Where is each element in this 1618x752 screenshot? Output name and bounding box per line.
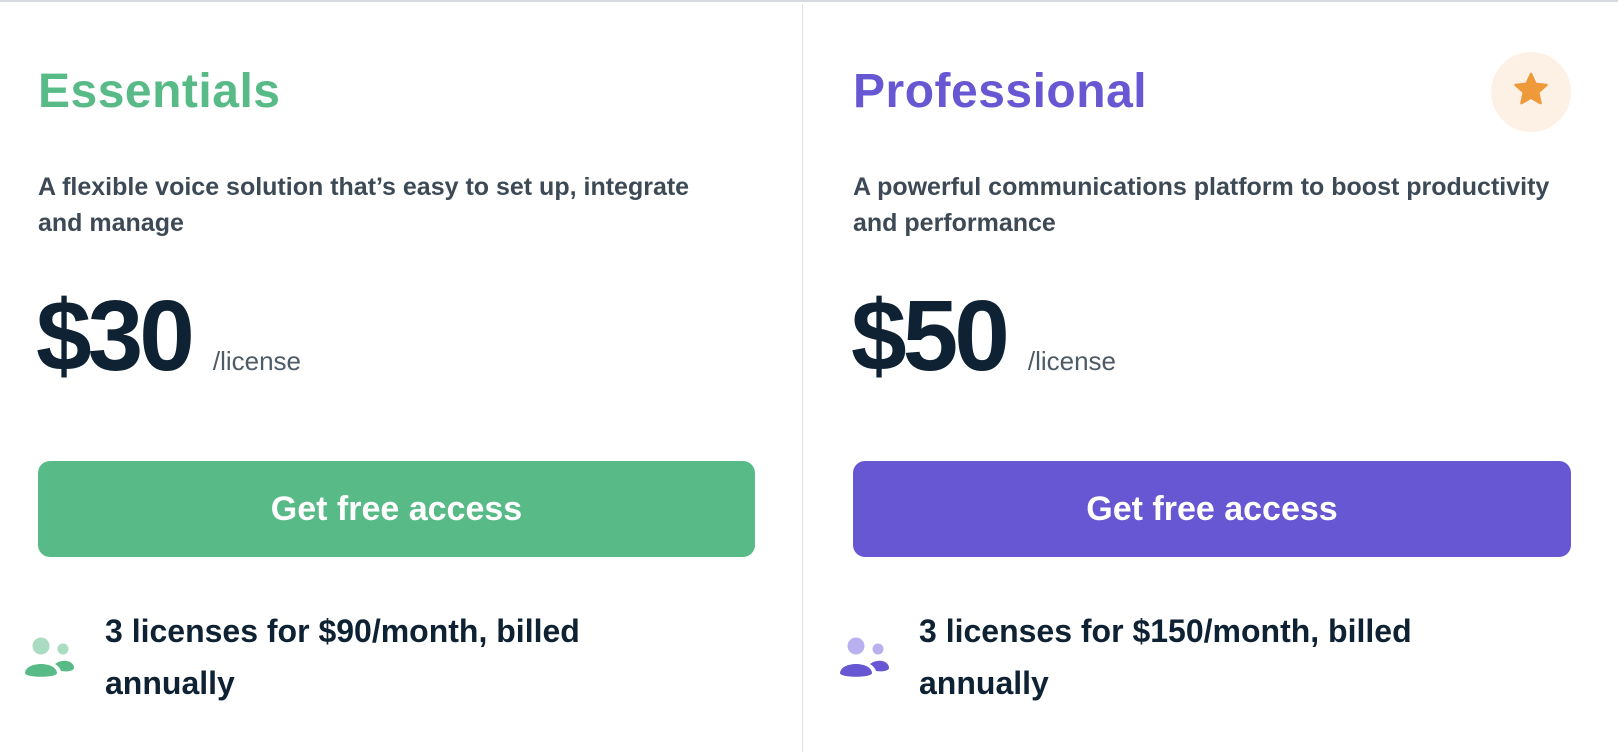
users-icon (25, 637, 75, 679)
feature-licenses-text: 3 licenses for $150/month, billed annual… (919, 613, 1412, 701)
price-row: $50 /license (851, 286, 1116, 386)
plan-price: $30 (36, 280, 195, 392)
plan-title: Professional (853, 65, 1148, 118)
users-icon (840, 637, 890, 679)
get-free-access-button[interactable]: Get free access (853, 461, 1571, 557)
plan-description: A flexible voice solution that’s easy to… (38, 173, 690, 237)
feature-licenses-text: 3 licenses for $90/month, billed annuall… (105, 613, 580, 701)
plan-description: A powerful communications platform to bo… (853, 173, 1550, 237)
price-row: $30 /license (36, 286, 301, 386)
get-free-access-button[interactable]: Get free access (38, 461, 755, 557)
star-icon (1512, 72, 1550, 113)
price-unit: /license (212, 346, 302, 376)
price-unit: /license (1027, 346, 1117, 376)
pricing-section: Essentials A flexible voice solution tha… (0, 0, 1618, 752)
plan-price: $50 (851, 280, 1010, 392)
popular-badge (1491, 52, 1571, 132)
plan-card-essentials: Essentials A flexible voice solution tha… (0, 4, 803, 752)
plan-card-professional: Professional A powerful communications p… (804, 4, 1618, 752)
plan-title: Essentials (38, 65, 281, 118)
